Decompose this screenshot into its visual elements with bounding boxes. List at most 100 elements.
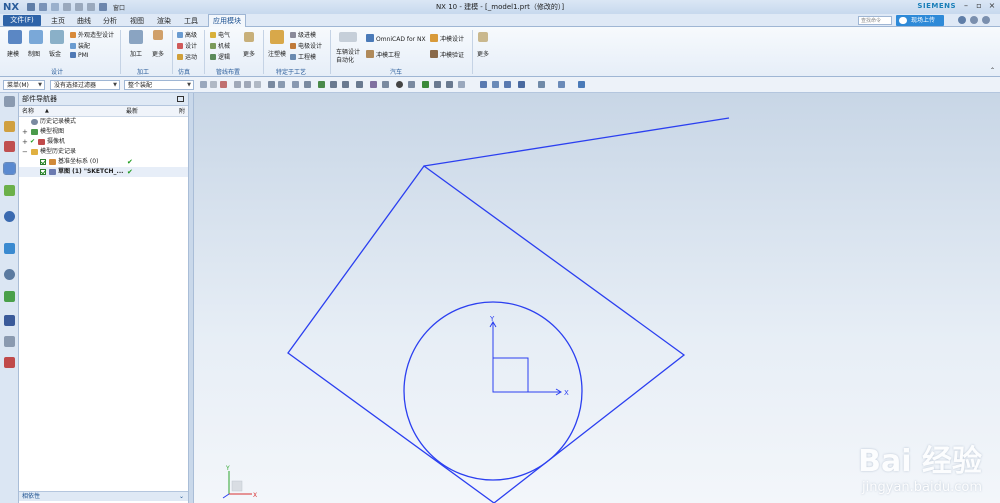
sketch-rotated-rectangle[interactable] (287, 165, 686, 503)
dependencies-panel[interactable]: 相依性 ⌄ (19, 491, 188, 501)
progressive-die-button[interactable]: 级进模 (290, 30, 316, 39)
point-on-curve-icon[interactable] (434, 81, 441, 88)
line-icon[interactable] (356, 81, 363, 88)
modeling-icon[interactable] (8, 30, 22, 44)
constraint-navigator-icon[interactable] (4, 141, 15, 152)
more-machining-icon[interactable] (153, 30, 163, 40)
sheet-metal-icon[interactable] (50, 30, 64, 44)
tree-row-model-views[interactable]: + 模型视图 (19, 127, 188, 137)
tree-row-sketch[interactable]: 草图 (1) "SKETCH_... ✔ (19, 167, 188, 177)
gear-icon[interactable] (4, 96, 15, 107)
tree-row-history-mode[interactable]: 历史记录模式 (19, 117, 188, 127)
reuse-library-icon[interactable] (4, 185, 15, 196)
help-icon[interactable] (958, 16, 966, 24)
paste-icon[interactable] (87, 3, 95, 11)
selection-filter-dropdown[interactable]: 没有选择过滤器 ▼ (50, 80, 120, 90)
point-snap-icon[interactable] (278, 81, 285, 88)
visibility-checkbox[interactable] (40, 159, 46, 165)
sketch-square[interactable] (492, 357, 529, 393)
arc-center-icon[interactable] (396, 81, 403, 88)
manufacturing-button[interactable]: 加工 (130, 49, 142, 58)
web-browser-icon[interactable] (4, 211, 15, 222)
settings-icon[interactable] (970, 16, 978, 24)
die-engineering-button[interactable]: 冲模工程 (366, 50, 400, 59)
system-materials-icon[interactable] (4, 315, 15, 326)
lasso-icon[interactable] (234, 81, 241, 88)
rotate-icon[interactable] (504, 81, 511, 88)
cut-icon[interactable] (63, 3, 71, 11)
midpoint-icon[interactable] (342, 81, 349, 88)
tree-row-cameras[interactable]: + ✔ 摄像机 (19, 137, 188, 147)
quadrant-icon[interactable] (408, 81, 415, 88)
point-on-surface-icon[interactable] (446, 81, 453, 88)
collapse-icon[interactable]: − (22, 147, 28, 157)
column-latest[interactable]: 最新 (126, 106, 138, 117)
minimize-button[interactable]: – (960, 1, 972, 12)
design-sim-button[interactable]: 设计 (177, 41, 197, 50)
tab-curve[interactable]: 曲线 (77, 16, 91, 26)
palette-icon[interactable] (4, 291, 15, 302)
mechanical-button[interactable]: 机械 (210, 41, 230, 50)
zoom-icon[interactable] (492, 81, 499, 88)
undo-icon[interactable] (39, 3, 47, 11)
die-design-button[interactable]: 冲模设计 (430, 34, 464, 43)
render-style-icon[interactable] (518, 81, 525, 88)
command-search-input[interactable]: 查找命令 (858, 16, 892, 25)
clock-icon[interactable] (4, 269, 15, 280)
fit-view-icon[interactable] (480, 81, 487, 88)
ribbon-collapse-icon[interactable]: ⌃ (990, 67, 995, 74)
grid-icon[interactable] (304, 81, 311, 88)
orient-view-icon[interactable] (538, 81, 545, 88)
logical-button[interactable]: 逻辑 (210, 52, 230, 61)
tree-row-datum-csys[interactable]: 基准坐标系 (0) ✔ (19, 157, 188, 167)
layer-icon[interactable] (578, 81, 585, 88)
graphics-window[interactable]: Y X Y X Bai 经验 jingyan.baidu.com (193, 93, 1000, 503)
process-studio-icon[interactable] (4, 336, 15, 347)
electrode-design-button[interactable]: 电极设计 (290, 41, 322, 50)
maximize-icon[interactable] (177, 96, 184, 102)
tab-home[interactable]: 主页 (51, 16, 65, 26)
more-piping-button[interactable]: 更多 (243, 49, 255, 58)
shape-studio-button[interactable]: 外观造型设计 (70, 30, 114, 39)
sheet-metal-button[interactable]: 钣金 (49, 49, 61, 58)
tab-view[interactable]: 视图 (130, 16, 144, 26)
snap-icon[interactable] (268, 81, 275, 88)
more-apps-icon[interactable] (478, 32, 488, 42)
tab-render[interactable]: 渲染 (157, 16, 171, 26)
sketch-line-extension[interactable] (423, 117, 730, 167)
cursor-icon[interactable] (254, 81, 261, 88)
cloud-upload-button[interactable]: 现场上传 (896, 15, 944, 26)
tree-row-model-history[interactable]: − 模型历史记录 (19, 147, 188, 157)
die-validation-button[interactable]: 冲模验证 (430, 50, 464, 59)
column-attached[interactable]: 附 (179, 106, 185, 117)
curve-icon[interactable] (370, 81, 377, 88)
existing-point-icon[interactable] (422, 81, 429, 88)
vehicle-design-icon[interactable] (339, 32, 357, 42)
motion-button[interactable]: 运动 (177, 52, 197, 61)
restore-button[interactable]: ▫ (973, 1, 985, 12)
cube-icon[interactable] (292, 81, 299, 88)
menu-dropdown[interactable]: 菜单(M) ▼ (3, 80, 45, 90)
mold-wizard-icon[interactable] (270, 30, 284, 44)
visibility-checkbox[interactable] (40, 169, 46, 175)
part-navigator-icon[interactable] (3, 162, 16, 175)
deselect-icon[interactable] (210, 81, 217, 88)
sort-up-icon[interactable]: ▲ (45, 106, 49, 117)
history-icon[interactable] (4, 243, 15, 254)
save-icon[interactable] (27, 3, 35, 11)
roles-icon[interactable] (4, 357, 15, 368)
close-button[interactable]: × (986, 1, 998, 12)
redo-icon[interactable] (51, 3, 59, 11)
edit-section-icon[interactable] (558, 81, 565, 88)
column-name[interactable]: 名称 (22, 106, 34, 117)
expand-icon[interactable]: + (22, 137, 28, 147)
copy-icon[interactable] (75, 3, 83, 11)
modeling-button[interactable]: 建模 (7, 49, 19, 58)
pmi-button[interactable]: PMI (70, 52, 89, 59)
tab-tools[interactable]: 工具 (184, 16, 198, 26)
drafting-button[interactable]: 制图 (28, 49, 40, 58)
bounded-grid-icon[interactable] (458, 81, 465, 88)
drafting-icon[interactable] (29, 30, 43, 44)
tab-analysis[interactable]: 分析 (103, 16, 117, 26)
vehicle-design-button[interactable]: 车辆设计自动化 (336, 49, 362, 65)
